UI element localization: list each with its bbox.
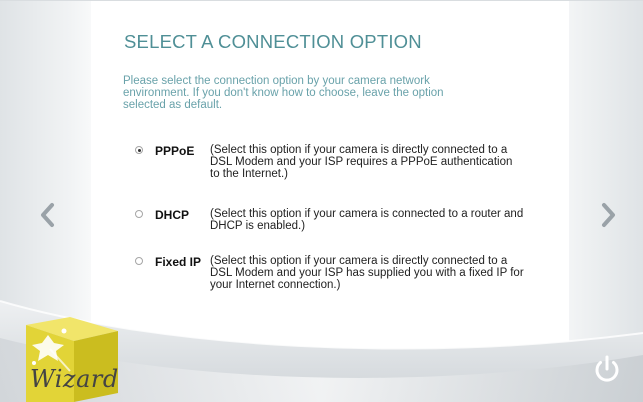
option-pppoe[interactable]: PPPoE (Select this option if your camera… bbox=[133, 144, 533, 190]
power-button[interactable] bbox=[590, 353, 624, 387]
option-description: (Select this option if your camera is di… bbox=[210, 255, 524, 291]
option-label[interactable]: Fixed IP bbox=[155, 255, 201, 269]
option-description: (Select this option if your camera is co… bbox=[210, 208, 524, 232]
radio-dhcp[interactable] bbox=[135, 210, 143, 218]
wizard-window: SELECT A CONNECTION OPTION Please select… bbox=[0, 0, 643, 402]
option-label[interactable]: DHCP bbox=[155, 208, 189, 222]
wizard-logo: Wizard bbox=[20, 313, 130, 402]
power-icon bbox=[595, 355, 619, 382]
chevron-right-icon bbox=[602, 203, 615, 227]
option-description: (Select this option if your camera is di… bbox=[210, 144, 513, 180]
option-fixed-ip[interactable]: Fixed IP (Select this option if your cam… bbox=[133, 255, 533, 301]
instructions-text: Please select the connection option by y… bbox=[123, 75, 444, 111]
chevron-left-icon bbox=[41, 203, 54, 227]
page-title: SELECT A CONNECTION OPTION bbox=[124, 31, 422, 52]
back-button[interactable] bbox=[37, 202, 59, 228]
option-label[interactable]: PPPoE bbox=[155, 144, 194, 158]
next-button[interactable] bbox=[597, 202, 619, 228]
radio-fixed-ip[interactable] bbox=[135, 257, 143, 265]
logo-text: Wizard bbox=[30, 365, 119, 393]
radio-pppoe[interactable] bbox=[135, 146, 143, 154]
option-dhcp[interactable]: DHCP (Select this option if your camera … bbox=[133, 208, 533, 254]
